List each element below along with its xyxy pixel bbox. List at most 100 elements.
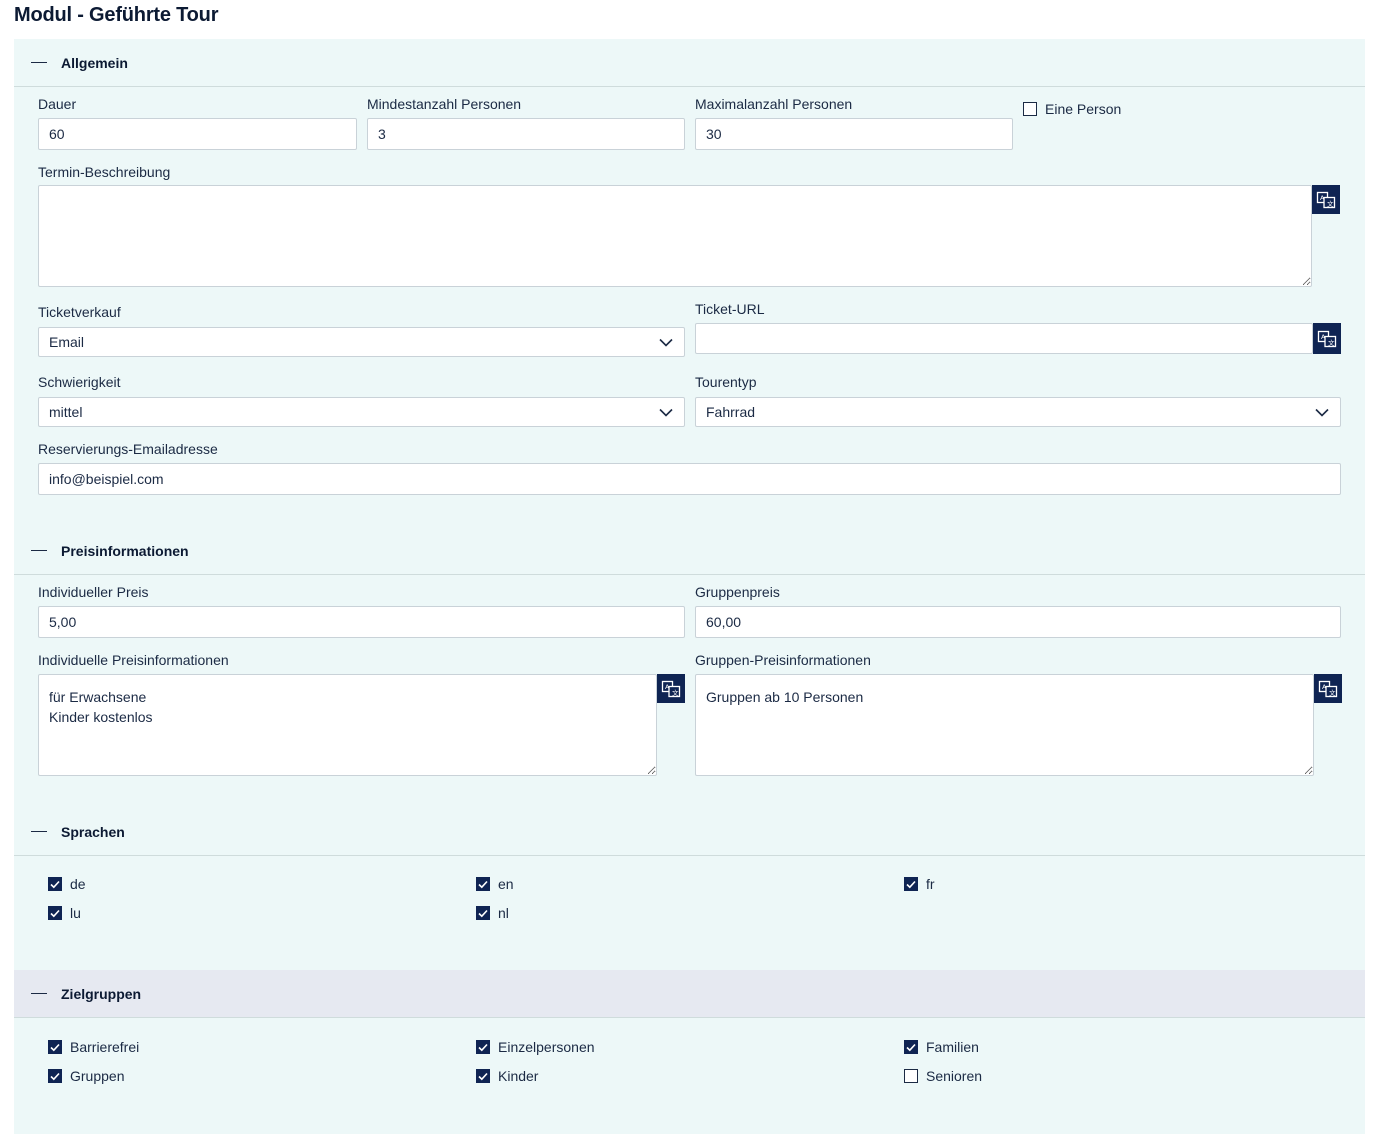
checkmark-icon bbox=[478, 880, 488, 888]
appointment-desc-label: Termin-Beschreibung bbox=[38, 164, 171, 180]
duration-label: Dauer bbox=[38, 96, 77, 112]
checkmark-icon bbox=[50, 1072, 60, 1080]
translate-button[interactable]: A 文 bbox=[657, 674, 685, 703]
target-label: Kinder bbox=[498, 1068, 539, 1084]
translate-icon: A 文 bbox=[1316, 191, 1336, 208]
tour-type-label: Tourentyp bbox=[695, 374, 757, 390]
section-title: Sprachen bbox=[61, 823, 125, 840]
language-checkbox-de[interactable]: de bbox=[48, 876, 86, 892]
collapse-dash-icon bbox=[31, 831, 47, 832]
min-persons-label: Mindestanzahl Personen bbox=[367, 96, 522, 112]
section-target-groups: Zielgruppen Barrierefrei Einzelpersonen … bbox=[14, 970, 1365, 1134]
section-title: Zielgruppen bbox=[61, 985, 142, 1002]
ticket-sale-select[interactable]: Email bbox=[38, 327, 685, 357]
checkbox-box bbox=[476, 906, 490, 920]
group-info-textarea[interactable]: Gruppen ab 10 Personen bbox=[695, 674, 1314, 776]
language-label: lu bbox=[70, 905, 81, 921]
target-label: Gruppen bbox=[70, 1068, 125, 1084]
collapse-dash-icon bbox=[31, 62, 47, 63]
language-label: nl bbox=[498, 905, 509, 921]
language-checkbox-en[interactable]: en bbox=[476, 876, 514, 892]
language-label: en bbox=[498, 876, 514, 892]
target-label: Senioren bbox=[926, 1068, 983, 1084]
checkbox-box bbox=[1023, 102, 1037, 116]
target-label: Barrierefrei bbox=[70, 1039, 140, 1055]
translate-button[interactable]: A 文 bbox=[1314, 674, 1342, 703]
language-label: fr bbox=[926, 876, 935, 892]
checkmark-icon bbox=[906, 1043, 916, 1051]
svg-text:A: A bbox=[665, 683, 670, 691]
duration-input[interactable] bbox=[38, 118, 357, 150]
language-label: de bbox=[70, 876, 86, 892]
section-header-prices[interactable]: Preisinformationen bbox=[14, 527, 1365, 575]
section-header-languages[interactable]: Sprachen bbox=[14, 808, 1365, 856]
checkbox-box bbox=[48, 1069, 62, 1083]
max-persons-label: Maximalanzahl Personen bbox=[695, 96, 853, 112]
target-checkbox-barrierefrei[interactable]: Barrierefrei bbox=[48, 1039, 139, 1055]
checkmark-icon bbox=[478, 1043, 488, 1051]
translate-button[interactable]: A 文 bbox=[1313, 323, 1341, 354]
target-checkbox-familien[interactable]: Familien bbox=[904, 1039, 979, 1055]
group-info-label: Gruppen-Preisinformationen bbox=[695, 652, 871, 668]
checkbox-box bbox=[48, 906, 62, 920]
language-checkbox-fr[interactable]: fr bbox=[904, 876, 935, 892]
svg-text:文: 文 bbox=[1327, 199, 1334, 208]
target-checkbox-kinder[interactable]: Kinder bbox=[476, 1068, 538, 1084]
individual-info-label: Individuelle Preisinformationen bbox=[38, 652, 229, 668]
individual-price-input[interactable] bbox=[38, 606, 685, 638]
translate-icon: A 文 bbox=[1318, 680, 1338, 697]
difficulty-label: Schwierigkeit bbox=[38, 374, 121, 390]
max-persons-input[interactable] bbox=[695, 118, 1013, 150]
difficulty-select[interactable]: mittel bbox=[38, 397, 685, 427]
chevron-down-icon bbox=[658, 404, 674, 420]
checkmark-icon bbox=[50, 880, 60, 888]
translate-icon: A 文 bbox=[1317, 330, 1337, 347]
individual-price-label: Individueller Preis bbox=[38, 584, 149, 600]
section-header-general[interactable]: Allgemein bbox=[14, 39, 1365, 87]
ticket-url-input[interactable] bbox=[695, 323, 1313, 354]
individual-info-textarea[interactable]: für Erwachsene Kinder kostenlos bbox=[38, 674, 657, 776]
translate-button[interactable]: A 文 bbox=[1312, 185, 1340, 214]
language-checkbox-lu[interactable]: lu bbox=[48, 905, 81, 921]
checkbox-box bbox=[476, 1040, 490, 1054]
checkbox-box bbox=[476, 1069, 490, 1083]
checkbox-box bbox=[48, 877, 62, 891]
min-persons-input[interactable] bbox=[367, 118, 685, 150]
section-title: Preisinformationen bbox=[61, 542, 189, 559]
tour-type-select[interactable]: Fahrrad bbox=[695, 397, 1341, 427]
difficulty-value: mittel bbox=[49, 404, 83, 420]
checkbox-box bbox=[904, 1040, 918, 1054]
svg-text:A: A bbox=[1320, 194, 1325, 202]
reservation-email-input[interactable] bbox=[38, 463, 1341, 495]
checkmark-icon bbox=[906, 880, 916, 888]
one-person-checkbox[interactable]: Eine Person bbox=[1023, 101, 1121, 117]
svg-text:A: A bbox=[1322, 683, 1327, 691]
checkmark-icon bbox=[50, 1043, 60, 1051]
target-checkbox-gruppen[interactable]: Gruppen bbox=[48, 1068, 124, 1084]
target-label: Einzelpersonen bbox=[498, 1039, 595, 1055]
section-title: Allgemein bbox=[61, 54, 128, 71]
ticket-sale-label: Ticketverkauf bbox=[38, 304, 121, 320]
target-checkbox-senioren[interactable]: Senioren bbox=[904, 1068, 982, 1084]
svg-text:文: 文 bbox=[1329, 688, 1336, 697]
appointment-desc-textarea[interactable] bbox=[38, 185, 1312, 287]
checkmark-icon bbox=[478, 1072, 488, 1080]
section-header-target-groups[interactable]: Zielgruppen bbox=[14, 970, 1365, 1018]
language-checkbox-nl[interactable]: nl bbox=[476, 905, 509, 921]
checkbox-box bbox=[904, 877, 918, 891]
target-checkbox-einzelpersonen[interactable]: Einzelpersonen bbox=[476, 1039, 595, 1055]
checkbox-box bbox=[48, 1040, 62, 1054]
group-price-input[interactable] bbox=[695, 606, 1341, 638]
checkmark-icon bbox=[50, 909, 60, 917]
section-languages: Sprachen de en fr lu nl bbox=[14, 808, 1365, 970]
ticket-sale-value: Email bbox=[49, 334, 85, 350]
ticket-url-label: Ticket-URL bbox=[695, 301, 765, 317]
checkbox-box bbox=[476, 877, 490, 891]
collapse-dash-icon bbox=[31, 993, 47, 994]
chevron-down-icon bbox=[1314, 404, 1330, 420]
section-prices: Preisinformationen Individueller Preis G… bbox=[14, 527, 1365, 808]
svg-text:文: 文 bbox=[672, 688, 679, 697]
checkbox-box bbox=[904, 1069, 918, 1083]
section-general: Allgemein Dauer Mindestanzahl Personen M… bbox=[14, 39, 1365, 527]
page-title: Modul - Geführte Tour bbox=[14, 4, 219, 26]
